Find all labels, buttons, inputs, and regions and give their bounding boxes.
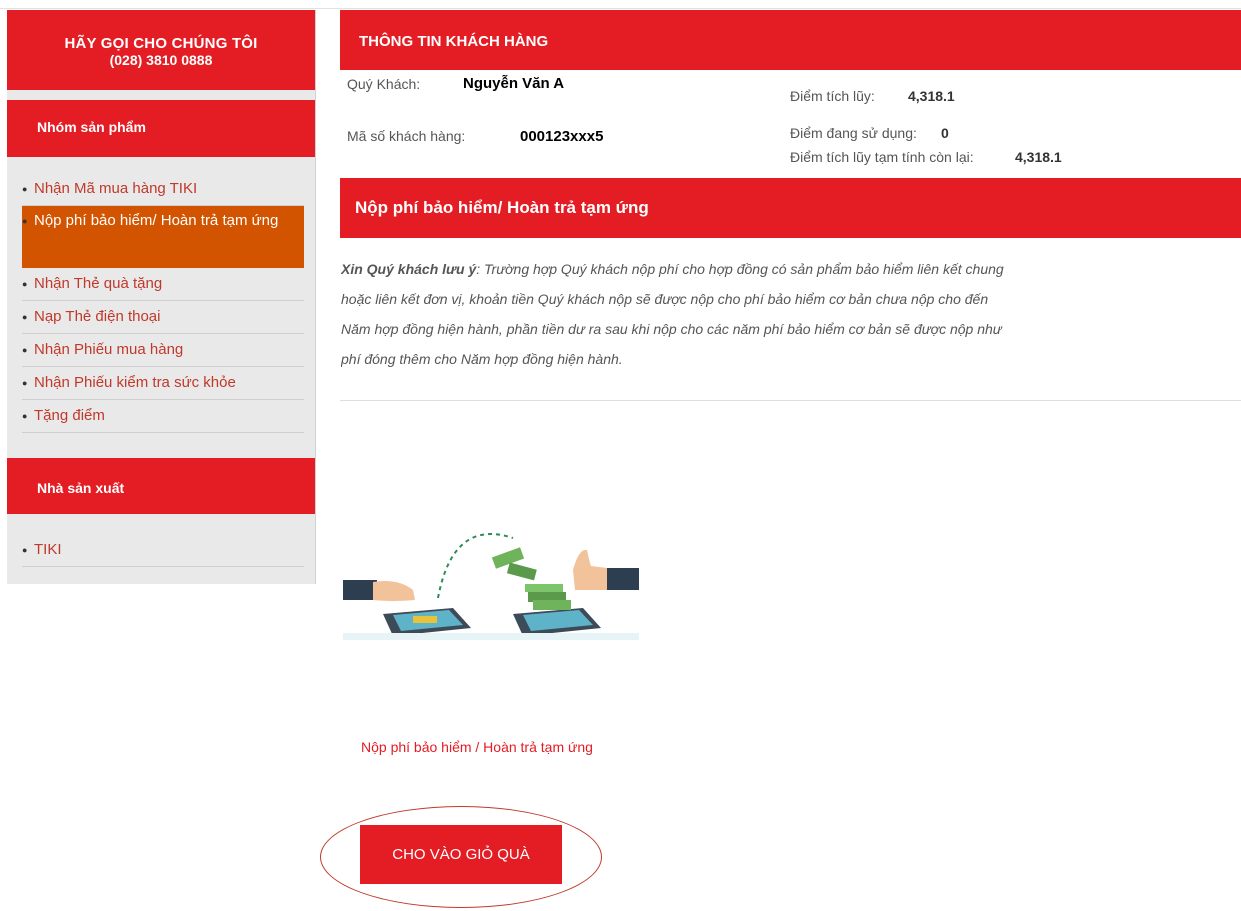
add-to-gift-cart-button[interactable]: CHO VÀO GIỎ QUÀ <box>360 825 562 884</box>
sidebar-item-label: Nhận Thẻ quà tặng <box>34 275 163 292</box>
note-lead: Xin Quý khách lưu ý <box>341 261 477 277</box>
payment-header: Nộp phí bảo hiểm/ Hoàn trả tạm ứng <box>340 178 1241 238</box>
sidebar-item-label: Nhận Phiếu kiểm tra sức khỏe <box>34 374 236 391</box>
product-group-header: Nhóm sản phẩm <box>7 100 315 157</box>
note-line: Xin Quý khách lưu ý: Trường hợp Quý khác… <box>341 254 1239 284</box>
payment-illustration-image[interactable] <box>343 528 639 640</box>
hotline-number: (028) 3810 0888 <box>109 52 213 68</box>
bullet-icon: ● <box>22 545 28 556</box>
note-line: hoặc liên kết đơn vị, khoản tiền Quý khá… <box>341 291 989 307</box>
points-value: 4,318.1 <box>908 88 955 104</box>
customer-info-panel: Quý Khách: Nguyễn Văn A Mã số khách hàng… <box>340 70 1241 174</box>
customer-info-title: THÔNG TIN KHÁCH HÀNG <box>359 33 549 50</box>
sidebar-item-label: Nộp phí bảo hiểm/ Hoàn trả tạm ứng <box>34 212 279 229</box>
note-line: Năm hợp đồng hiện hành, phần tiền dư ra … <box>341 321 1002 337</box>
bullet-icon: ● <box>22 378 28 389</box>
sidebar-item-voucher[interactable]: ● Nhận Phiếu mua hàng <box>22 334 304 367</box>
points-label: Điểm tích lũy: <box>790 88 875 104</box>
product-group-list: ● Nhận Mã mua hàng TIKI ● Nộp phí bảo hiểm… <box>22 173 304 433</box>
manufacturer-title: Nhà sản xuất <box>37 480 125 496</box>
bullet-icon: ● <box>22 184 28 195</box>
sidebar-item-label: Nhận Mã mua hàng TIKI <box>34 180 198 197</box>
customer-name-value: Nguyễn Văn A <box>463 75 565 92</box>
sidebar-item-gift-card[interactable]: ● Nhận Thẻ quà tặng <box>22 268 304 301</box>
sidebar-item-label: Nạp Thẻ điện thoại <box>34 308 161 325</box>
product-name-link[interactable]: Nộp phí bảo hiểm / Hoàn trả tạm ứng <box>361 739 621 756</box>
payment-title: Nộp phí bảo hiểm/ Hoàn trả tạm ứng <box>355 198 649 217</box>
customer-info-header: THÔNG TIN KHÁCH HÀNG <box>340 10 1241 70</box>
call-us-label: HÃY GỌI CHO CHÚNG TÔI <box>64 35 258 52</box>
bullet-icon: ● <box>22 345 28 356</box>
sidebar-item-label: Nhận Phiếu mua hàng <box>34 341 184 358</box>
note-line-text: : Trường hợp Quý khách nộp phí cho hợp đ… <box>476 261 1004 277</box>
customer-id-label: Mã số khách hàng: <box>347 128 466 144</box>
note-line: phí đóng thêm cho Năm hợp đồng hiện hành… <box>341 351 623 367</box>
call-us-box: HÃY GỌI CHO CHÚNG TÔI (028) 3810 0888 <box>7 10 315 90</box>
sidebar-item-health-check[interactable]: ● Nhận Phiếu kiểm tra sức khỏe <box>22 367 304 400</box>
used-points-label: Điểm đang sử dụng: <box>790 125 917 141</box>
used-points-value: 0 <box>941 125 949 141</box>
remaining-points-value: 4,318.1 <box>1015 149 1062 165</box>
remaining-points-label: Điểm tích lũy tạm tính còn lại: <box>790 149 974 165</box>
bullet-icon: ● <box>22 411 28 422</box>
sidebar-item-insurance-payment[interactable]: ● Nộp phí bảo hiểm/ Hoàn trả tạm ứng <box>22 206 304 268</box>
sidebar-item-tiki[interactable]: ● TIKI <box>22 534 304 567</box>
top-border <box>0 0 1241 9</box>
customer-id-value: 000123xxx5 <box>520 128 604 145</box>
sidebar-item-gift-points[interactable]: ● Tặng điểm <box>22 400 304 433</box>
sidebar-item-label: Tặng điểm <box>34 407 105 424</box>
bullet-icon: ● <box>22 312 28 323</box>
bullet-icon: ● <box>22 216 28 226</box>
manufacturer-header: Nhà sản xuất <box>7 458 315 514</box>
manufacturer-list: ● TIKI <box>22 534 304 567</box>
payment-note: Xin Quý khách lưu ý: Trường hợp Quý khác… <box>341 254 1239 374</box>
bullet-icon: ● <box>22 279 28 290</box>
sidebar-item-label: TIKI <box>34 541 62 558</box>
section-divider <box>340 400 1241 401</box>
product-group-title: Nhóm sản phẩm <box>37 119 146 135</box>
sidebar-item-phone-topup[interactable]: ● Nạp Thẻ điện thoại <box>22 301 304 334</box>
customer-name-label: Quý Khách: <box>347 76 421 92</box>
sidebar-item-tiki-code[interactable]: ● Nhận Mã mua hàng TIKI <box>22 173 304 206</box>
